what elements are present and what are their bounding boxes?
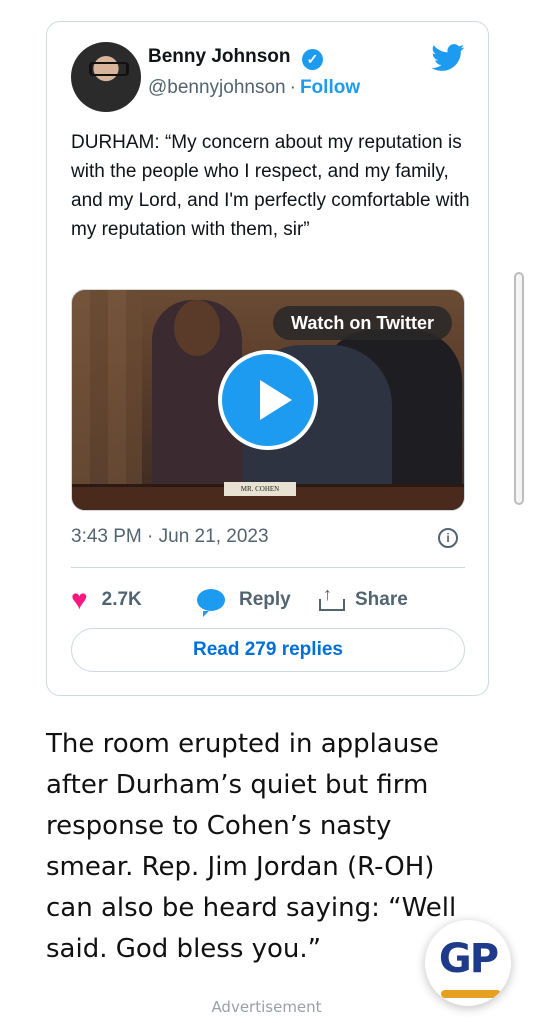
scrollbar[interactable] bbox=[514, 272, 524, 505]
share-label: Share bbox=[355, 589, 408, 610]
video-frame-background bbox=[72, 290, 142, 510]
author-name[interactable]: Benny Johnson bbox=[148, 46, 291, 68]
play-icon[interactable] bbox=[218, 350, 318, 450]
author-avatar[interactable] bbox=[71, 42, 141, 112]
article-paragraph: The room erupted in applause after Durha… bbox=[46, 729, 457, 964]
gp-logo-swoosh bbox=[441, 990, 501, 998]
tweet-timestamp[interactable]: 3:43 PM · Jun 21, 2023 bbox=[71, 526, 269, 548]
twitter-bird-icon[interactable] bbox=[431, 44, 465, 72]
reply-label: Reply bbox=[239, 589, 291, 610]
gp-logo-text: GP bbox=[438, 936, 499, 982]
follow-link[interactable]: Follow bbox=[300, 77, 360, 98]
like-count: 2.7K bbox=[101, 589, 142, 610]
watch-on-twitter-label[interactable]: Watch on Twitter bbox=[273, 306, 452, 340]
tweet-video[interactable]: MR. COHEN Watch on Twitter bbox=[71, 289, 465, 511]
tweet-text: DURHAM: “My concern about my reputation … bbox=[71, 132, 470, 240]
read-replies-button[interactable]: Read 279 replies bbox=[71, 628, 465, 672]
author-handle[interactable]: @bennyjohnson bbox=[148, 77, 286, 98]
gp-logo-button[interactable]: GP bbox=[425, 920, 511, 1006]
verified-badge-icon: ✓ bbox=[302, 49, 323, 70]
divider bbox=[71, 567, 465, 568]
tweet-embed: Benny Johnson ✓ @bennyjohnson · Follow DUR… bbox=[46, 21, 489, 696]
heart-icon: ♥ bbox=[71, 584, 88, 615]
tweet-actions: ♥ 2.7K Reply Share bbox=[71, 584, 465, 617]
video-nameplate: MR. COHEN bbox=[224, 482, 296, 496]
share-button[interactable]: Share bbox=[319, 584, 408, 616]
info-icon[interactable]: i bbox=[438, 528, 458, 548]
reply-bubble-icon bbox=[197, 589, 225, 617]
share-icon bbox=[319, 584, 345, 611]
reply-button[interactable]: Reply bbox=[197, 584, 291, 617]
like-button[interactable]: ♥ 2.7K bbox=[71, 584, 142, 616]
separator-dot: · bbox=[289, 77, 296, 98]
handle-row: @bennyjohnson · Follow bbox=[148, 77, 360, 99]
